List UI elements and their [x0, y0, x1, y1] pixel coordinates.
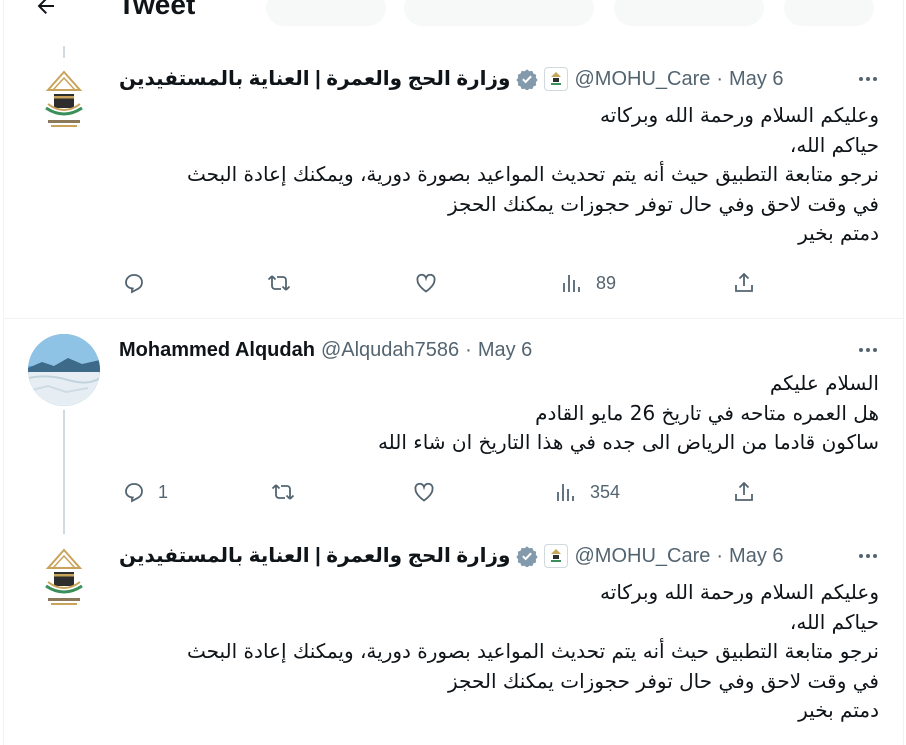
separator: · — [716, 545, 724, 567]
tweet-line: هل العمره متاحه في تاريخ 26 مايو القادم — [535, 400, 879, 425]
header-blurred-shape — [784, 0, 874, 26]
avatar[interactable] — [28, 542, 100, 614]
tweet-date[interactable]: May 6 — [478, 337, 532, 363]
page-header: Tweet — [4, 0, 903, 30]
tweet-date[interactable]: May 6 — [729, 66, 783, 92]
share-icon — [735, 481, 753, 501]
tweet-line: نرجو متابعة التطبيق حيث أنه يتم تحديث ال… — [186, 639, 879, 663]
tweet-line: السلام عليكم — [769, 371, 879, 395]
affiliate-badge-icon[interactable] — [544, 67, 569, 91]
more-button[interactable] — [852, 337, 884, 363]
tweet-header: وزارة الحج والعمرة | العناية بالمستفيدين… — [119, 66, 784, 92]
column-border-left — [3, 0, 4, 745]
reply-count: 1 — [158, 481, 169, 502]
views-icon — [563, 275, 580, 292]
column-border-right — [903, 0, 904, 745]
back-button[interactable] — [26, 0, 66, 26]
share-icon — [735, 272, 753, 292]
tweet-line: في وقت لاحق وفي حال توفر حجوزات يمكنك ال… — [448, 668, 879, 693]
reply-icon — [125, 274, 143, 294]
tweet-actions: 1 354 — [4, 477, 903, 507]
header-blurred-shape — [404, 0, 594, 26]
tweet-line: وعليكم السلام ورحمة الله وبركاته — [600, 103, 879, 127]
more-button[interactable] — [852, 66, 884, 92]
header-blurred-shape — [614, 0, 764, 26]
display-name[interactable]: وزارة الحج والعمرة | العناية بالمستفيدين — [119, 543, 510, 569]
tweet-header: وزارة الحج والعمرة | العناية بالمستفيدين… — [119, 543, 784, 569]
views-count: 89 — [596, 272, 617, 293]
more-icon — [859, 77, 877, 81]
avatar[interactable] — [28, 64, 100, 136]
more-button[interactable] — [852, 543, 884, 569]
back-arrow-icon — [37, 0, 54, 14]
tweet-line: حياكم الله، — [789, 609, 879, 634]
tweet-divider — [4, 318, 903, 319]
share-button[interactable] — [732, 268, 756, 298]
page-title: Tweet — [118, 0, 196, 20]
views-button[interactable]: 89 — [560, 268, 616, 298]
reply-button[interactable] — [122, 268, 158, 298]
tweet-header: Mohammed Alqudah @Alqudah7586 · May 6 — [119, 337, 532, 363]
retweet-icon — [267, 275, 291, 291]
user-handle[interactable]: @MOHU_Care — [574, 543, 710, 569]
ministry-logo-icon — [45, 70, 83, 127]
display-name[interactable]: وزارة الحج والعمرة | العناية بالمستفيدين — [119, 66, 510, 92]
avatar[interactable] — [28, 334, 100, 406]
tweet-actions: 89 — [4, 268, 903, 298]
tweet-line: حياكم الله، — [789, 132, 879, 157]
verified-badge-icon[interactable] — [516, 68, 539, 90]
views-icon — [557, 484, 574, 501]
thread-connector — [63, 410, 65, 534]
tweet-line: دمتم بخير — [798, 221, 879, 245]
more-icon — [859, 348, 877, 352]
tweet-date[interactable]: May 6 — [729, 543, 783, 569]
header-blurred-shape — [266, 0, 386, 26]
affiliate-badge-icon[interactable] — [544, 544, 569, 568]
like-icon — [414, 482, 434, 502]
tweet-line: نرجو متابعة التطبيق حيث أنه يتم تحديث ال… — [186, 162, 879, 186]
retweet-button[interactable] — [270, 477, 296, 507]
ministry-logo-icon — [45, 548, 83, 605]
separator: · — [465, 339, 472, 361]
views-count: 354 — [590, 481, 621, 502]
reply-button[interactable]: 1 — [122, 477, 168, 507]
tweet-text: وعليكم السلام ورحمة الله وبركاته حياكم ا… — [119, 578, 879, 726]
tweet-line: وعليكم السلام ورحمة الله وبركاته — [600, 580, 879, 604]
user-handle[interactable]: @MOHU_Care — [574, 66, 710, 92]
reply-icon — [125, 483, 143, 503]
share-button[interactable] — [732, 477, 756, 507]
user-handle[interactable]: @Alqudah7586 — [321, 337, 459, 363]
more-icon — [859, 554, 877, 558]
like-icon — [416, 273, 436, 293]
retweet-icon — [271, 484, 295, 500]
thread-connector — [63, 46, 65, 58]
retweet-button[interactable] — [266, 268, 292, 298]
verified-badge-icon[interactable] — [516, 545, 539, 567]
display-name[interactable]: Mohammed Alqudah — [119, 337, 315, 363]
like-button[interactable] — [412, 477, 436, 507]
tweet-line: ساكون قادما من الرياض الى جده في هذا الت… — [377, 430, 879, 454]
views-button[interactable]: 354 — [554, 477, 620, 507]
tweet-line: دمتم بخير — [798, 698, 879, 722]
like-button[interactable] — [414, 268, 438, 298]
profile-photo-icon — [28, 334, 100, 406]
separator: · — [716, 68, 724, 90]
tweet-line: في وقت لاحق وفي حال توفر حجوزات يمكنك ال… — [448, 191, 879, 216]
tweet-text: وعليكم السلام ورحمة الله وبركاته حياكم ا… — [119, 101, 879, 249]
tweet-text: السلام عليكم هل العمره متاحه في تاريخ 26… — [119, 369, 879, 458]
